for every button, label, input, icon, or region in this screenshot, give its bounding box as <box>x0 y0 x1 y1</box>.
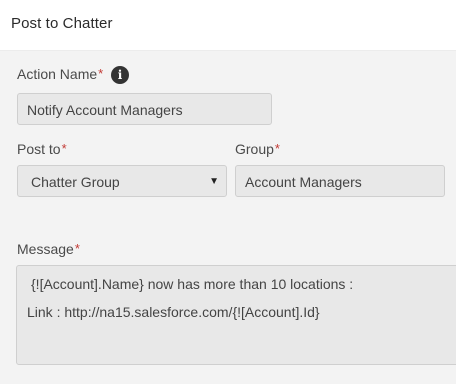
panel-header: Post to Chatter <box>0 0 456 51</box>
page-title: Post to Chatter <box>11 15 113 32</box>
group-label: Group* <box>235 141 280 157</box>
message-label: Message* <box>17 241 80 257</box>
message-label-text: Message <box>17 241 74 257</box>
message-textarea[interactable]: {![Account].Name} now has more than 10 l… <box>16 265 456 365</box>
action-name-value: Notify Account Managers <box>27 102 183 118</box>
required-marker: * <box>98 66 104 81</box>
message-line-1: {![Account].Name} now has more than 10 l… <box>31 276 354 292</box>
message-line-2: Link : http://na15.salesforce.com/{![Acc… <box>27 304 320 320</box>
info-icon[interactable]: i <box>111 66 129 84</box>
post-to-label-text: Post to <box>17 141 61 157</box>
chevron-down-icon: ▼ <box>209 176 219 187</box>
action-name-label-text: Action Name <box>17 66 98 82</box>
required-marker: * <box>61 141 67 156</box>
group-label-text: Group <box>235 141 274 157</box>
post-to-selected-value: Chatter Group <box>31 174 120 190</box>
group-field[interactable]: Account Managers <box>235 165 445 197</box>
action-name-label: Action Name* <box>17 66 103 82</box>
action-name-field[interactable]: Notify Account Managers <box>17 93 272 125</box>
group-value: Account Managers <box>245 174 362 190</box>
required-marker: * <box>274 141 280 156</box>
required-marker: * <box>74 241 80 256</box>
post-to-label: Post to* <box>17 141 67 157</box>
post-to-select[interactable]: Chatter Group ▼ <box>17 165 227 197</box>
post-to-chatter-panel: Post to Chatter Action Name* i Notify Ac… <box>0 0 456 384</box>
